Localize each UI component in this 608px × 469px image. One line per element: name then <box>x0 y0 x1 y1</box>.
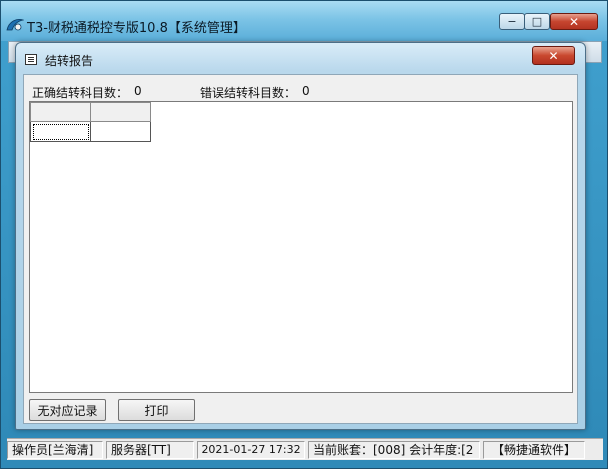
error-count-label: 错误结转科目数： <box>200 86 297 100</box>
correct-count-value: 0 <box>134 84 142 98</box>
main-close-button[interactable]: ✕ <box>550 13 598 30</box>
maximize-button[interactable]: □ <box>524 13 550 30</box>
app-logo-icon <box>6 19 24 31</box>
transfer-report-dialog: 结转报告 ✕ 正确结转科目数： 0 错误结转科目数： 0 无对应记录 打印 <box>15 42 586 430</box>
main-window-title: T3-财税通税控专版10.8【系统管理】 <box>27 21 246 36</box>
error-count-value: 0 <box>302 84 310 98</box>
correct-count-label: 正确结转科目数： <box>32 86 129 100</box>
dialog-title: 结转报告 <box>45 54 94 68</box>
dialog-body: 正确结转科目数： 0 错误结转科目数： 0 无对应记录 打印 <box>23 74 578 424</box>
grid-header-cell[interactable] <box>90 102 151 122</box>
report-grid-table <box>30 102 151 142</box>
grid-cell[interactable] <box>90 121 151 142</box>
status-bar: 操作员[兰海清] 服务器[TT] 2021-01-27 17:32 当前账套：[… <box>7 438 603 460</box>
status-account: 当前账套：[008] 会计年度:[2 <box>308 440 480 459</box>
print-button[interactable]: 打印 <box>118 399 195 421</box>
no-matching-record-button[interactable]: 无对应记录 <box>29 399 106 421</box>
status-vendor: 【畅捷通软件】 <box>483 440 585 459</box>
grid-header-row <box>30 102 151 122</box>
minimize-button[interactable]: − <box>499 13 525 30</box>
report-grid[interactable] <box>29 101 573 393</box>
dialog-window-icon <box>25 54 37 65</box>
grid-cell-selected[interactable] <box>30 121 91 142</box>
status-datetime: 2021-01-27 17:32 <box>197 440 305 459</box>
main-titlebar: T3-财税通税控专版10.8【系统管理】 − □ ✕ <box>1 1 607 41</box>
grid-header-cell[interactable] <box>30 102 91 122</box>
status-operator: 操作员[兰海清] <box>7 440 103 459</box>
table-row <box>30 121 151 142</box>
dialog-close-button[interactable]: ✕ <box>532 46 575 65</box>
status-server: 服务器[TT] <box>106 440 194 459</box>
